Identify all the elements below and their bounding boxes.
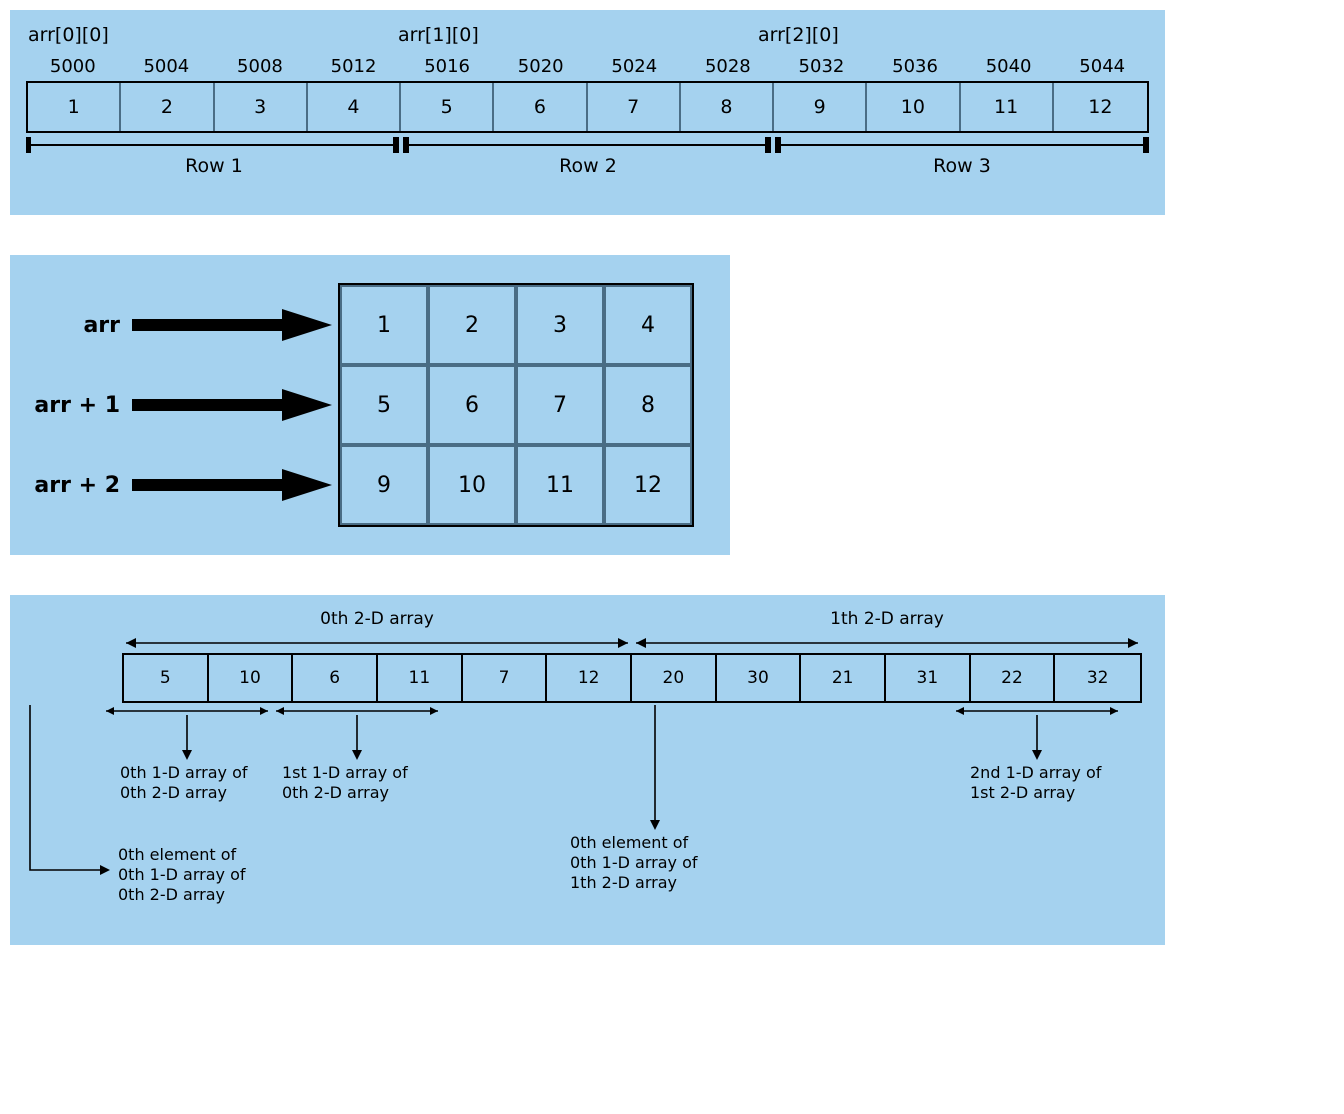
addr-cell: 5000 [26, 56, 120, 77]
value-cell: 31 [886, 655, 971, 701]
value-cell: 11 [378, 655, 463, 701]
grid-cell: 12 [604, 445, 692, 525]
callout-b: 1st 1-D array of0th 2-D array [282, 763, 408, 803]
grid-cell: 11 [516, 445, 604, 525]
top-brackets: 0th 2-D array 1th 2-D array [122, 613, 1145, 653]
value-cell: 11 [961, 83, 1054, 131]
value-cell: 12 [547, 655, 632, 701]
top-bracket-label: 0th 2-D array [320, 609, 434, 629]
panel-2d-pointer: arr arr + 1 arr + 2 1 2 3 4 5 6 7 8 9 10… [10, 255, 730, 555]
grid-cell: 6 [428, 365, 516, 445]
pointer-label: arr [83, 313, 120, 338]
arrow-right-icon [132, 469, 332, 501]
addr-cell: 5036 [868, 56, 962, 77]
callout-a: 0th 1-D array of0th 2-D array [120, 763, 248, 803]
addr-cell: 5028 [681, 56, 775, 77]
index-labels-row: arr[0][0] arr[1][0] arr[2][0] [26, 24, 1149, 46]
value-cell: 10 [209, 655, 294, 701]
pointer-label: arr + 2 [34, 473, 120, 498]
addr-cell: 5044 [1055, 56, 1149, 77]
value-cell: 21 [801, 655, 886, 701]
pointer-arrows [132, 285, 332, 525]
value-cell: 5 [124, 655, 209, 701]
grid-cell: 10 [428, 445, 516, 525]
grid-cell: 3 [516, 285, 604, 365]
index-label-2: arr[2][0] [758, 24, 839, 46]
grid-cell: 1 [340, 285, 428, 365]
grid-cell: 8 [604, 365, 692, 445]
value-cell: 8 [681, 83, 774, 131]
addr-cell: 5032 [775, 56, 869, 77]
value-cell: 22 [971, 655, 1056, 701]
addr-cell: 5040 [962, 56, 1056, 77]
value-cell: 12 [1054, 83, 1147, 131]
value-cell: 6 [494, 83, 587, 131]
value-cells-row: 1 2 3 4 5 6 7 8 9 10 11 12 [26, 81, 1149, 133]
callout-c: 0th element of0th 1-D array of0th 2-D ar… [118, 845, 246, 905]
value-cell: 32 [1055, 655, 1140, 701]
addr-cell: 5012 [307, 56, 401, 77]
value-cell: 1 [28, 83, 121, 131]
row-bracket-lines-icon [26, 137, 1149, 157]
arrow-right-icon [132, 389, 332, 421]
addr-cell: 5008 [213, 56, 307, 77]
index-label-1: arr[1][0] [398, 24, 479, 46]
callout-e: 2nd 1-D array of1st 2-D array [970, 763, 1101, 803]
callouts: 0th 1-D array of0th 2-D array 1st 1-D ar… [10, 705, 1165, 925]
row-label: Row 1 [185, 155, 243, 177]
row-brackets: Row 1 Row 2 Row 3 [26, 137, 1149, 187]
grid-cell: 2 [428, 285, 516, 365]
value-cell: 9 [774, 83, 867, 131]
value-cells-3d: 5 10 6 11 7 12 20 30 21 31 22 32 [122, 653, 1142, 703]
row-label: Row 3 [933, 155, 991, 177]
panel-3d-array: 0th 2-D array 1th 2-D array 5 10 6 11 7 … [10, 595, 1165, 945]
value-cell: 20 [632, 655, 717, 701]
addr-cell: 5024 [588, 56, 682, 77]
pointer-label: arr + 1 [34, 393, 120, 418]
top-bracket-label: 1th 2-D array [830, 609, 944, 629]
value-cell: 7 [588, 83, 681, 131]
value-cell: 10 [867, 83, 960, 131]
value-cell: 4 [308, 83, 401, 131]
addr-cell: 5016 [400, 56, 494, 77]
grid-cell: 9 [340, 445, 428, 525]
value-cell: 2 [121, 83, 214, 131]
row-label: Row 2 [559, 155, 617, 177]
value-cell: 30 [717, 655, 802, 701]
panel-memory-layout: arr[0][0] arr[1][0] arr[2][0] 5000 5004 … [10, 10, 1165, 215]
addr-cell: 5004 [120, 56, 214, 77]
grid-2d: 1 2 3 4 5 6 7 8 9 10 11 12 [338, 283, 694, 527]
value-cell: 6 [293, 655, 378, 701]
value-cell: 7 [463, 655, 548, 701]
value-cell: 3 [215, 83, 308, 131]
pointer-labels: arr arr + 1 arr + 2 [30, 285, 120, 525]
grid-cell: 7 [516, 365, 604, 445]
grid-cell: 4 [604, 285, 692, 365]
top-bracket-arrows-icon [122, 613, 1142, 651]
arrow-right-icon [132, 309, 332, 341]
value-cell: 5 [401, 83, 494, 131]
grid-cell: 5 [340, 365, 428, 445]
callout-d: 0th element of0th 1-D array of1th 2-D ar… [570, 833, 698, 893]
address-row: 5000 5004 5008 5012 5016 5020 5024 5028 … [26, 56, 1149, 77]
index-label-0: arr[0][0] [28, 24, 109, 46]
addr-cell: 5020 [494, 56, 588, 77]
